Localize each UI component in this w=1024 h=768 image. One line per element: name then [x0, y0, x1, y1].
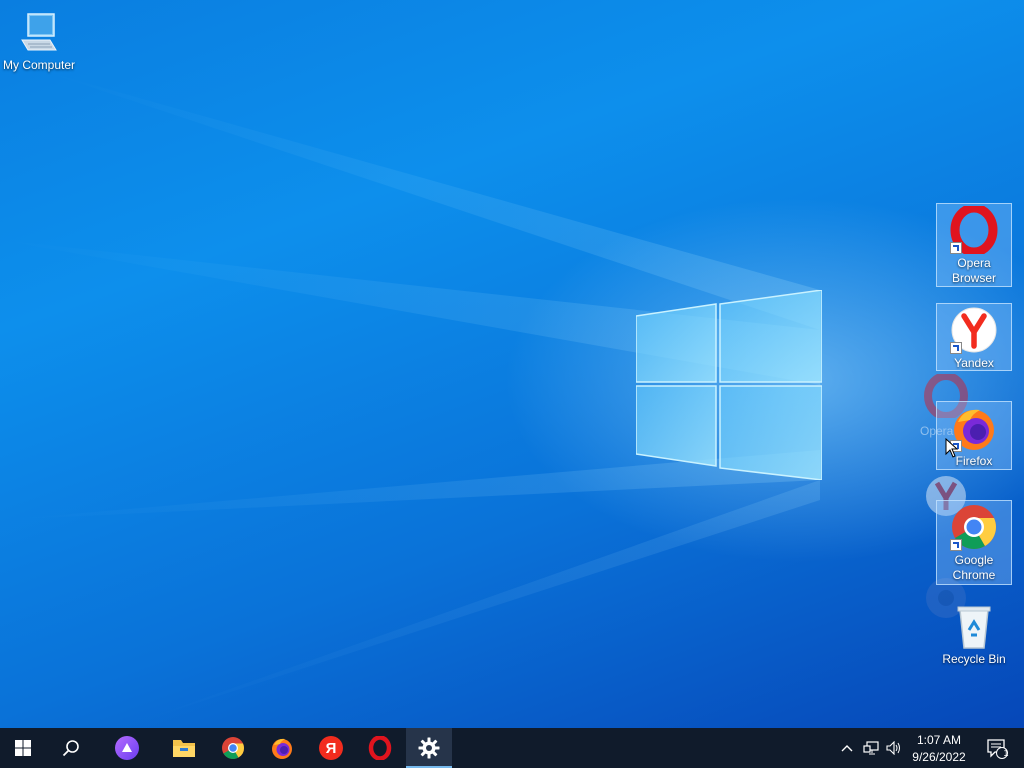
opera-icon — [950, 203, 998, 257]
opera-browser-desktop-icon[interactable]: Opera Browser — [936, 203, 1012, 287]
show-hidden-icons-button[interactable] — [836, 728, 858, 768]
firefox-taskbar-button[interactable] — [259, 728, 305, 768]
alice-icon — [115, 736, 139, 760]
search-icon — [62, 740, 79, 757]
network-button[interactable] — [860, 728, 882, 768]
settings-gear-icon — [418, 737, 440, 759]
action-center-button[interactable]: 1 — [980, 728, 1014, 768]
computer-icon — [16, 10, 62, 56]
yandex-icon: Я — [319, 736, 343, 760]
shortcut-arrow-icon — [950, 242, 962, 254]
notification-count: 1 — [1003, 748, 1009, 758]
my-computer-label: My Computer — [2, 58, 76, 72]
google-chrome-desktop-icon[interactable]: Google Chrome — [936, 500, 1012, 585]
volume-button[interactable] — [883, 728, 905, 768]
search-button[interactable] — [48, 728, 94, 768]
recycle-bin-icon — [950, 602, 998, 650]
speaker-icon — [886, 741, 900, 755]
opera-label-line2: Browser — [951, 271, 996, 285]
taskbar: Я 1:07 AM 9/26/2022 1 — [0, 728, 1024, 768]
chrome-label-line2: Chrome — [952, 568, 996, 582]
opera-taskbar-button[interactable] — [357, 728, 403, 768]
firefox-icon — [272, 738, 292, 759]
yandex-desktop-icon[interactable]: Yandex — [936, 303, 1012, 371]
windows-start-icon — [15, 740, 31, 756]
clock-date: 9/26/2022 — [912, 749, 966, 764]
yandex-browser-icon — [950, 306, 998, 354]
mouse-cursor-icon — [945, 438, 959, 458]
file-explorer-icon — [173, 740, 195, 757]
windows-logo-wallpaper — [636, 290, 822, 480]
chrome-icon — [222, 737, 244, 759]
start-button[interactable] — [0, 728, 46, 768]
chrome-taskbar-button[interactable] — [210, 728, 256, 768]
yandex-taskbar-button[interactable]: Я — [308, 728, 354, 768]
wallpaper-beams — [0, 70, 820, 728]
my-computer-desktop-icon[interactable]: My Computer — [1, 8, 77, 73]
chrome-label-line1: Google — [954, 553, 994, 567]
chevron-up-icon — [841, 745, 853, 752]
clock-button[interactable]: 1:07 AM 9/26/2022 — [908, 728, 970, 768]
chrome-icon — [950, 503, 998, 551]
file-explorer-button[interactable] — [161, 728, 207, 768]
shortcut-arrow-icon — [950, 342, 962, 354]
network-icon — [863, 741, 879, 755]
yandex-label: Yandex — [954, 356, 994, 370]
recycle-bin-label: Recycle Bin — [942, 652, 1006, 666]
recycle-bin-desktop-icon[interactable]: Recycle Bin — [936, 600, 1012, 667]
desktop[interactable]: My Computer Opera Opera Browser Yandex F… — [0, 0, 1024, 728]
firefox-desktop-icon[interactable]: Firefox — [936, 401, 1012, 470]
opera-icon — [368, 736, 392, 760]
opera-label-line1: Opera — [957, 256, 991, 270]
shortcut-arrow-icon — [950, 539, 962, 551]
settings-taskbar-button[interactable] — [406, 728, 452, 768]
clock-time: 1:07 AM — [916, 732, 962, 747]
alice-button[interactable] — [104, 728, 150, 768]
